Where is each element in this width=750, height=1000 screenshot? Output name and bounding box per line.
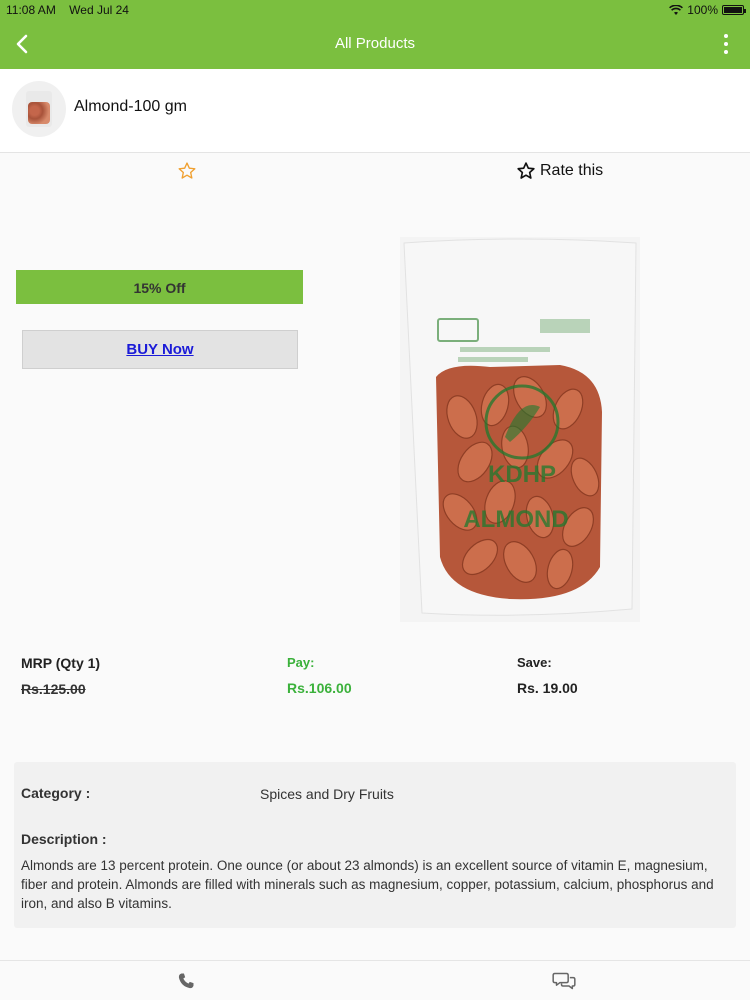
chat-bubbles-icon[interactable] — [552, 971, 576, 991]
save-column: Save: Rs. 19.00 — [517, 655, 578, 696]
more-dot — [724, 50, 728, 54]
description-text: Almonds are 13 percent protein. One ounc… — [21, 858, 714, 911]
status-time: 11:08 AM — [6, 3, 56, 17]
pay-column: Pay: Rs.106.00 — [287, 655, 352, 696]
mrp-column: MRP (Qty 1) Rs.125.00 — [21, 655, 100, 697]
discount-badge: 15% Off — [16, 270, 303, 304]
category-value: Spices and Dry Fruits — [260, 786, 394, 802]
status-date: Wed Jul 24 — [69, 3, 129, 17]
battery-level — [724, 7, 742, 13]
product-image: KDHP ALMOND — [400, 237, 640, 622]
status-bar: 11:08 AM Wed Jul 24 100% — [0, 0, 750, 20]
product-name: Almond-100 gm — [74, 98, 187, 115]
battery-percent: 100% — [687, 3, 718, 17]
status-left: 11:08 AM Wed Jul 24 — [6, 3, 129, 17]
phone-icon[interactable] — [176, 971, 196, 991]
buy-now-button[interactable]: BUY Now — [22, 330, 298, 369]
page-title: All Products — [334, 35, 416, 52]
mrp-value: Rs.125.00 — [21, 681, 86, 697]
mrp-label: MRP (Qty 1) — [21, 655, 101, 671]
thumbnail-nuts — [28, 102, 50, 124]
bag-product-text: ALMOND — [463, 506, 568, 533]
product-thumbnail — [12, 81, 66, 137]
pay-label: Pay: — [287, 655, 315, 670]
details-card: Category : Spices and Dry Fruits Descrip… — [14, 762, 736, 928]
category-label: Category : — [21, 785, 91, 801]
rate-this-button[interactable]: Rate this — [516, 161, 603, 181]
description-label: Description : — [21, 831, 107, 847]
more-menu-button[interactable] — [722, 34, 730, 54]
thumbnail-bag — [26, 91, 52, 127]
save-value: Rs. 19.00 — [517, 680, 578, 696]
save-label: Save: — [517, 655, 552, 670]
bottom-bar — [0, 960, 750, 1000]
battery-icon — [722, 5, 746, 15]
wifi-icon — [669, 4, 684, 15]
nav-bar: All Products — [0, 20, 750, 69]
star-icon — [517, 162, 535, 179]
pay-value: Rs.106.00 — [287, 680, 352, 696]
bag-brand-text: KDHP — [488, 461, 556, 488]
status-right: 100% — [669, 3, 746, 17]
rate-this-label: Rate this — [540, 162, 604, 179]
more-dot — [724, 42, 728, 46]
more-dot — [724, 34, 728, 38]
star-outline-icon[interactable] — [177, 161, 197, 181]
product-header: Almond-100 gm — [0, 69, 750, 153]
rating-row: Rate this — [0, 153, 750, 193]
